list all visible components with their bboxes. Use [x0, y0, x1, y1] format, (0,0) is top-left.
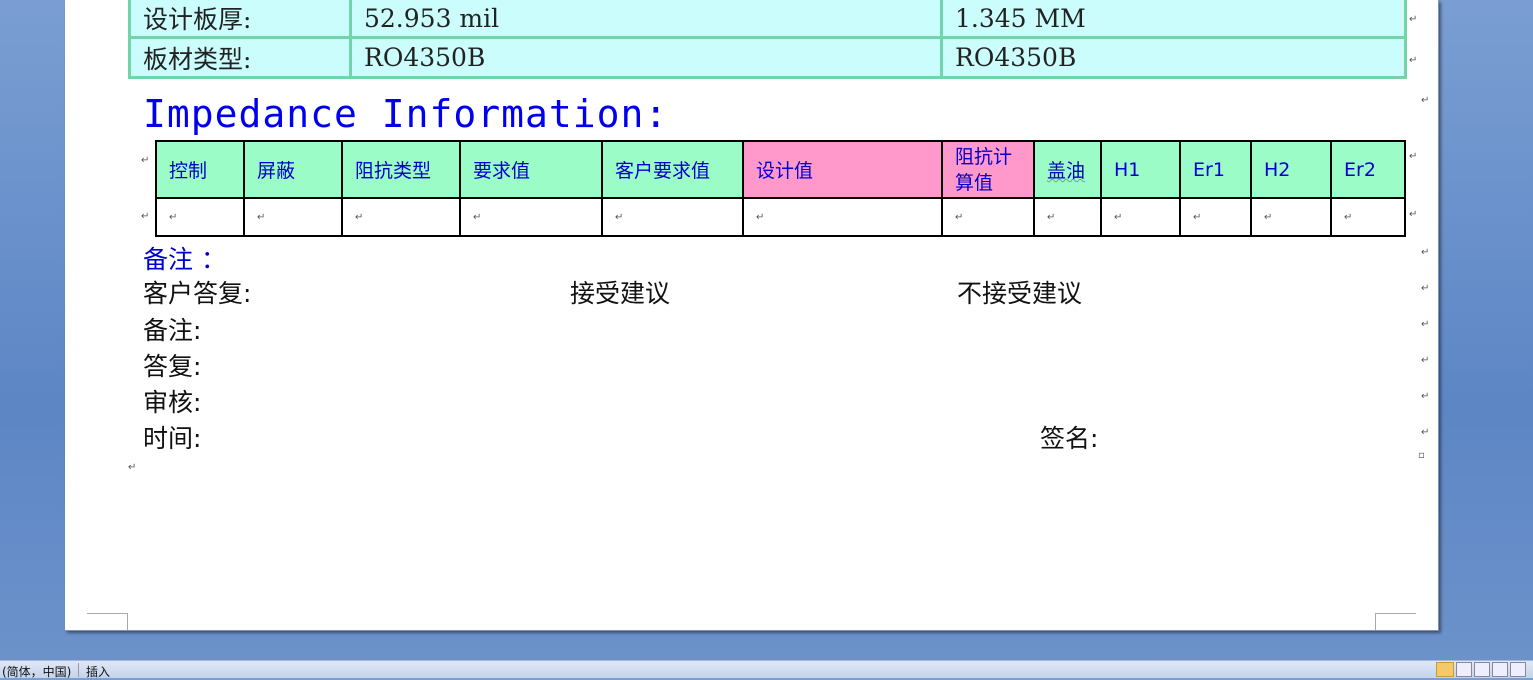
material-value-1: RO4350B: [352, 39, 943, 79]
remark-blue: 备注 ：: [143, 245, 226, 274]
outline-view-icon[interactable]: [1492, 662, 1508, 677]
paragraph-mark: ↵: [1421, 355, 1430, 366]
header-cover-oil: 盖油: [1033, 140, 1102, 199]
board-info-table[interactable]: 设计板厚: 52.953 mil 1.345 MM 板材类型: RO4350B …: [128, 0, 1407, 79]
table-cell[interactable]: ↵: [459, 197, 603, 237]
paragraph-mark: ↵: [1409, 209, 1418, 220]
header-calc-line2: 算值: [955, 171, 994, 194]
board-thickness-mm: 1.345 MM: [943, 0, 1407, 39]
table-row: 板材类型: RO4350B RO4350B: [128, 39, 1407, 79]
paragraph-mark: ↵: [128, 462, 137, 473]
paragraph-mark: ↵: [1421, 95, 1430, 106]
header-er2: Er2: [1330, 140, 1406, 199]
web-layout-icon[interactable]: [1474, 662, 1490, 677]
insert-mode-status[interactable]: 插入: [86, 663, 110, 680]
paragraph-mark: ↵: [1421, 283, 1430, 294]
table-cell[interactable]: ↵: [1250, 197, 1332, 237]
crop-mark-right: [1375, 613, 1416, 630]
paragraph-mark: ↵: [141, 155, 150, 166]
header-control: 控制: [155, 140, 245, 199]
impedance-table[interactable]: 控制 屏蔽 阻抗类型 要求值 客户要求值 设计值 阻抗计 算值 盖油 H1 Er…: [155, 140, 1406, 237]
header-calc-line1: 阻抗计: [955, 145, 1013, 168]
draft-view-icon[interactable]: [1510, 662, 1526, 677]
table-cell[interactable]: ↵: [341, 197, 461, 237]
language-status[interactable]: (简体，中国): [2, 663, 71, 680]
accept-suggestion: 接受建议: [570, 279, 671, 308]
table-row: ↵ ↵ ↵ ↵ ↵ ↵ ↵ ↵ ↵ ↵ ↵ ↵: [155, 197, 1406, 237]
table-row: 设计板厚: 52.953 mil 1.345 MM: [128, 0, 1407, 39]
table-cell[interactable]: ↵: [1179, 197, 1252, 237]
header-required-value: 要求值: [459, 140, 603, 199]
header-calc-value: 阻抗计 算值: [941, 140, 1035, 199]
full-screen-reading-icon[interactable]: [1456, 662, 1472, 677]
time-label: 时间:: [143, 424, 202, 453]
table-cell[interactable]: ↵: [1033, 197, 1102, 237]
reject-suggestion: 不接受建议: [957, 279, 1083, 308]
board-thickness-label: 设计板厚:: [128, 0, 352, 39]
table-cell[interactable]: ↵: [941, 197, 1035, 237]
table-cell[interactable]: ↵: [1330, 197, 1406, 237]
status-bar: (简体，中国) 插入: [0, 660, 1533, 680]
header-h2: H2: [1250, 140, 1332, 199]
header-impedance-type: 阻抗类型: [341, 140, 461, 199]
paragraph-mark: ↵: [1421, 427, 1430, 438]
paragraph-mark: ↵: [1421, 391, 1430, 402]
impedance-heading: Impedance Information:: [143, 92, 669, 136]
end-of-cell-mark: ▫: [1418, 450, 1425, 461]
status-divider: [78, 663, 79, 677]
review-label: 审核:: [143, 388, 202, 417]
print-layout-view-icon[interactable]: [1436, 662, 1454, 677]
paragraph-mark: ↵: [1421, 247, 1430, 258]
board-thickness-mil: 52.953 mil: [352, 0, 943, 39]
material-value-2: RO4350B: [943, 39, 1407, 79]
header-design-value: 设计值: [742, 140, 943, 199]
signature-label: 签名:: [1040, 424, 1099, 453]
table-cell[interactable]: ↵: [742, 197, 943, 237]
header-customer-value: 客户要求值: [601, 140, 744, 199]
paragraph-mark: ↵: [1409, 151, 1418, 162]
header-shield: 屏蔽: [243, 140, 343, 199]
header-er1: Er1: [1179, 140, 1252, 199]
table-header-row: 控制 屏蔽 阻抗类型 要求值 客户要求值 设计值 阻抗计 算值 盖油 H1 Er…: [155, 140, 1406, 199]
paragraph-mark: ↵: [1409, 55, 1418, 66]
crop-mark-left: [87, 613, 128, 630]
paragraph-mark: ↵: [1421, 319, 1430, 330]
table-cell[interactable]: ↵: [155, 197, 245, 237]
customer-reply-label: 客户答复:: [143, 279, 252, 308]
remark-label: 备注:: [143, 316, 202, 345]
table-cell[interactable]: ↵: [243, 197, 343, 237]
table-cell[interactable]: ↵: [1100, 197, 1181, 237]
table-cell[interactable]: ↵: [601, 197, 744, 237]
header-h1: H1: [1100, 140, 1181, 199]
paragraph-mark: ↵: [1409, 14, 1418, 25]
paragraph-mark: ↵: [141, 211, 150, 222]
material-label: 板材类型:: [128, 39, 352, 79]
reply-label: 答复:: [143, 352, 202, 381]
